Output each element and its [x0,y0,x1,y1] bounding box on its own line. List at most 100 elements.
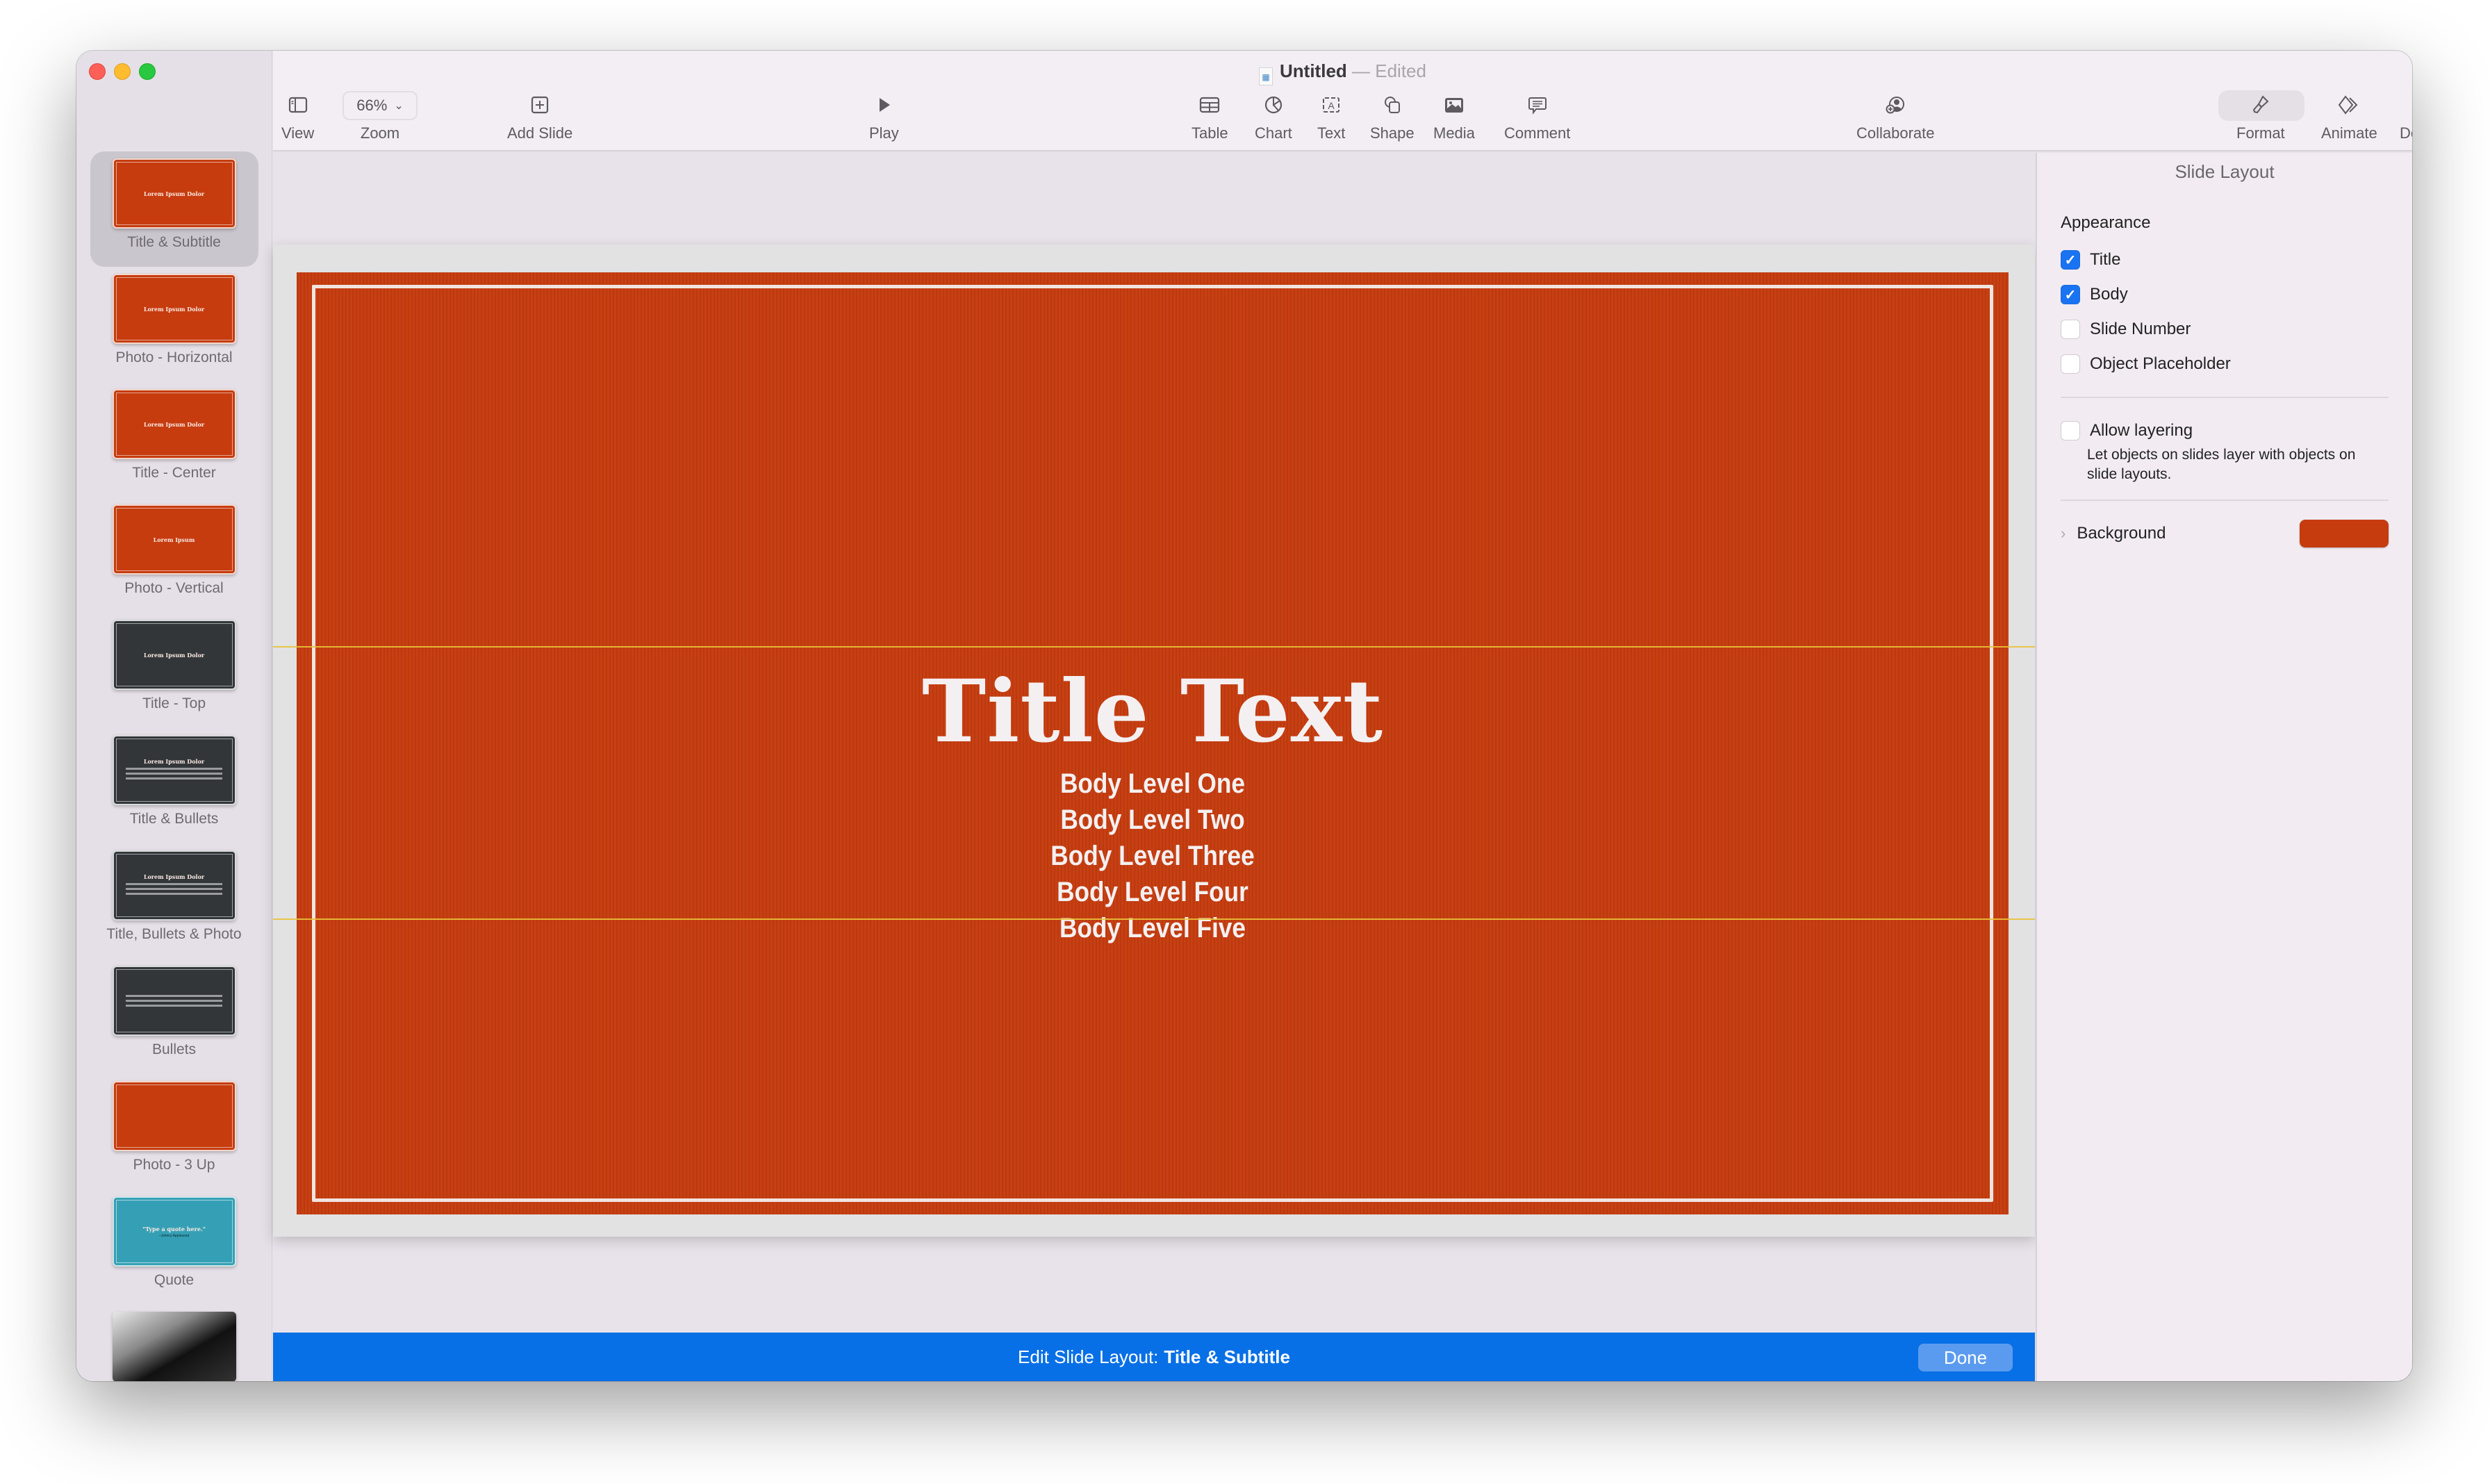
keynote-window: Lorem Ipsum Dolor Title & Subtitle Lorem I… [76,51,2412,1381]
layout-preview: Lorem Ipsum Dolor [112,850,236,921]
slide-paper: Title Text Body Level One Body Level Two B… [273,245,2035,1237]
zoom-value: 66% [356,97,388,114]
comment-button[interactable]: Comment [1504,91,1570,142]
appearance-checkbox-title[interactable]: ✓ Title [2061,242,2389,277]
done-button[interactable]: Done [1918,1344,2013,1371]
add-slide-icon [529,91,550,119]
alignment-guide [273,918,2035,920]
minimize-button[interactable] [114,63,131,80]
comment-icon [1527,91,1548,119]
layout-list: Lorem Ipsum Dolor Title & Subtitle Lorem I… [76,151,272,1381]
preview-border [115,277,233,340]
preview-border [115,1200,233,1263]
checkmark-icon[interactable]: ✓ [2061,285,2080,304]
document-status: Edited [1375,60,1426,81]
checkbox-label: Slide Number [2090,320,2191,338]
layout-thumbnail[interactable]: "Type a quote here." –Johnny Appleseed Quo… [90,1189,258,1305]
divider [2061,397,2389,398]
layout-thumbnail[interactable]: Lorem Ipsum Dolor Photo - Horizontal [90,267,258,382]
layout-thumbnail[interactable] [90,1305,258,1381]
layout-thumbnail[interactable]: Lorem Ipsum Dolor Title & Bullets [90,728,258,843]
chevron-right-icon[interactable]: › [2061,525,2066,543]
layout-preview: Lorem Ipsum Dolor [112,274,236,344]
chart-button[interactable]: Chart [1255,91,1292,142]
layout-label: Photo - Horizontal [115,349,233,365]
paintbrush-icon [2250,91,2271,119]
preview-border [115,739,233,802]
view-button[interactable]: View [281,91,314,142]
media-button[interactable]: Media [1433,91,1475,142]
preview-border [115,393,233,456]
layout-thumbnail[interactable]: Photo - 3 Up [90,1074,258,1189]
layout-preview [112,1312,236,1381]
body-level-text: Body Level One [1060,768,1246,799]
sidebar-icon [288,91,308,119]
appearance-checkbox-slide-number[interactable]: Slide Number [2061,312,2389,347]
layout-preview: Lorem Ipsum Dolor [112,158,236,229]
window-controls [89,63,156,80]
background-color-well[interactable] [2300,520,2389,547]
add-slide-button[interactable]: Add Slide [507,91,572,142]
body-level-text: Body Level Four [1057,877,1248,907]
alignment-guide [273,646,2035,648]
body-level-text: Body Level Two [1060,805,1245,835]
preview-border [115,1085,233,1148]
checkbox-label: Object Placeholder [2090,354,2231,373]
play-icon [873,91,894,119]
slide-canvas[interactable]: Title Text Body Level One Body Level Two B… [273,153,2035,1333]
collaborate-button[interactable]: Collaborate [1856,91,1935,142]
toolbar: ▦ Untitled — Edited View 66% ⌄ Zoom Add S… [273,51,2412,151]
play-button[interactable]: Play [869,91,899,142]
table-icon [1198,91,1221,119]
zoom-dropdown[interactable]: 66% ⌄ [343,91,418,120]
allow-layering-description: Let objects on slides layer with objects… [2087,447,2356,482]
layout-thumbnail[interactable]: Lorem Ipsum Dolor Title, Bullets & Photo [90,843,258,959]
collaborate-icon [1884,91,1906,119]
svg-text:A: A [1328,100,1335,111]
document-button[interactable]: Document [2400,91,2412,142]
slide[interactable]: Title Text Body Level One Body Level Two B… [297,272,2009,1214]
preview-border [115,623,233,686]
layout-label: Title, Bullets & Photo [106,926,242,942]
appearance-checkbox-body[interactable]: ✓ Body [2061,277,2389,312]
preview-border [115,162,233,225]
layout-navigator[interactable]: Lorem Ipsum Dolor Title & Subtitle Lorem I… [76,51,272,1381]
allow-layering-checkbox[interactable]: Allow layering [2061,413,2389,448]
appearance-options: ✓ Title ✓ Body Slide Number Object Placeholde… [2061,242,2389,381]
background-row[interactable]: › Background [2061,516,2389,551]
layout-label: Photo - 3 Up [133,1157,215,1173]
layout-label: Bullets [151,1041,197,1057]
layout-label: Title - Center [132,465,216,481]
layout-label: Photo - Vertical [124,580,224,596]
layout-thumbnail[interactable]: Lorem Ipsum Dolor Title & Subtitle [90,151,258,267]
checkbox[interactable] [2061,421,2080,440]
shape-button[interactable]: Shape [1370,91,1415,142]
checkbox[interactable] [2061,354,2080,374]
fullscreen-button[interactable] [139,63,156,80]
appearance-checkbox-object-placeholder[interactable]: Object Placeholder [2061,347,2389,381]
title-placeholder[interactable]: Title Text [297,661,2009,762]
animate-button[interactable]: Animate [2321,91,2377,142]
layout-thumbnail[interactable]: Lorem Ipsum Dolor Title - Center [90,382,258,497]
inspector-title: Slide Layout [2175,161,2275,182]
layout-thumbnail[interactable]: Lorem Ipsum Dolor Title - Top [90,613,258,728]
format-inspector: Slide Layout Appearance ✓ Title ✓ Body Slide… [2036,153,2412,1381]
checkbox[interactable] [2061,320,2080,339]
layout-label: Title & Subtitle [127,234,221,250]
text-button[interactable]: A Text [1317,91,1345,142]
format-button[interactable]: Format [2236,91,2285,142]
preview-border [115,508,233,571]
zoom-control[interactable]: 66% ⌄ Zoom [343,91,418,142]
layout-thumbnail[interactable]: Lorem Ipsum Photo - Vertical [90,497,258,613]
shape-icon [1382,91,1403,119]
edit-layout-bar: Edit Slide Layout: Title & Subtitle Done [273,1333,2035,1381]
layout-preview [112,966,236,1036]
layout-label: Quote [154,1272,195,1288]
divider [2061,500,2389,501]
layout-thumbnail[interactable]: Bullets [90,959,258,1074]
close-button[interactable] [89,63,106,80]
preview-border [115,969,233,1032]
edit-layout-prefix: Edit Slide Layout: [1018,1346,1159,1367]
checkmark-icon[interactable]: ✓ [2061,250,2080,270]
table-button[interactable]: Table [1192,91,1228,142]
